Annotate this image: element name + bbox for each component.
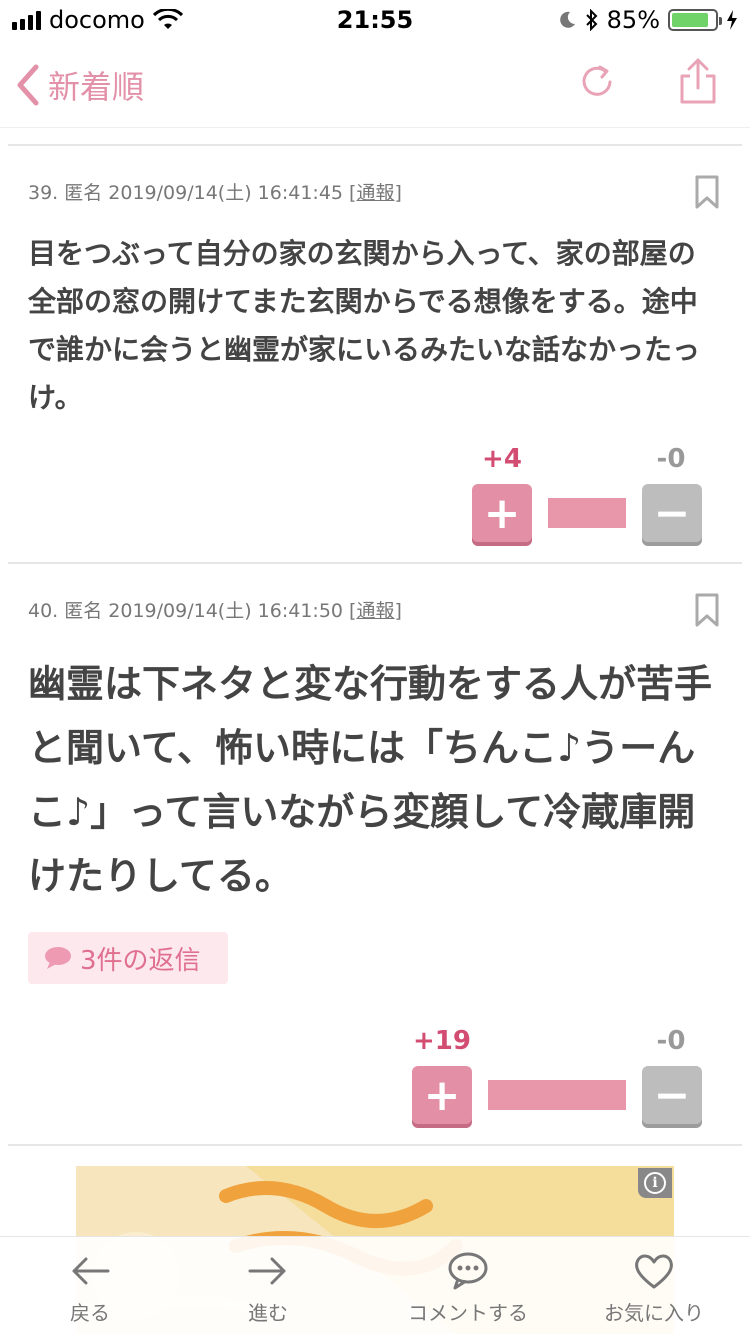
battery-percent: 85%: [606, 6, 660, 34]
toolbar-back-button[interactable]: 戻る: [68, 1251, 112, 1326]
comment-meta-end: ]: [394, 600, 402, 622]
comment-meta: 39. 匿名 2019/09/14(土) 16:41:45 [通報]: [28, 178, 402, 205]
toolbar-forward-label: 進む: [248, 1301, 288, 1325]
toolbar-back-label: 戻る: [70, 1301, 110, 1325]
status-right: 85%: [557, 6, 738, 34]
back-button-label: 新着順: [48, 68, 145, 106]
nav-bar: 新着順: [0, 40, 750, 128]
report-link[interactable]: 通報: [356, 600, 394, 622]
comment-meta-text: 39. 匿名 2019/09/14(土) 16:41:45 [: [28, 182, 357, 204]
divider: [8, 562, 742, 564]
comment-meta-end: ]: [394, 182, 402, 204]
toolbar-favorite-button[interactable]: お気に入り: [604, 1251, 704, 1326]
arrow-left-icon: [72, 1257, 110, 1285]
chevron-left-icon: [17, 64, 39, 106]
vote-bar: [488, 1080, 626, 1110]
plus-button[interactable]: +: [412, 1066, 472, 1124]
bottom-toolbar: 戻る 進む コメントする お気に入り: [0, 1236, 750, 1334]
heart-icon: [635, 1254, 673, 1289]
speech-bubble-icon: [45, 947, 71, 969]
comment-meta-text: 40. 匿名 2019/09/14(土) 16:41:50 [: [28, 600, 357, 622]
comment-bubble-icon: [448, 1252, 488, 1290]
battery-icon: [668, 9, 722, 31]
vote-panel-39: +4 -0 + −: [0, 444, 750, 554]
report-link[interactable]: 通報: [356, 182, 394, 204]
plus-count: +19: [413, 1026, 471, 1056]
toolbar-favorite-label: お気に入り: [604, 1301, 704, 1325]
replies-button[interactable]: 3件の返信: [28, 932, 228, 984]
plus-button[interactable]: +: [472, 484, 532, 542]
comment-meta: 40. 匿名 2019/09/14(土) 16:41:50 [通報]: [28, 596, 402, 623]
bluetooth-icon: [585, 9, 598, 31]
ad-info-button[interactable]: i: [638, 1168, 672, 1198]
status-bar: docomo 21:55 85%: [0, 0, 750, 40]
bookmark-icon[interactable]: [694, 592, 720, 628]
minus-count: -0: [656, 1026, 686, 1056]
plus-count: +4: [482, 444, 522, 474]
charging-icon: [727, 10, 737, 30]
divider: [8, 144, 742, 146]
toolbar-forward-button[interactable]: 進む: [246, 1251, 290, 1326]
replies-label: 3件の返信: [80, 945, 201, 976]
share-icon[interactable]: [676, 56, 720, 106]
moon-icon: [559, 11, 575, 28]
vote-bar-fill: [488, 1080, 626, 1110]
vote-bar: [548, 498, 626, 528]
minus-button[interactable]: −: [642, 484, 702, 542]
comment-body: 幽霊は下ネタと変な行動をする人が苦手と聞いて、怖い時には「ちんこ♪うーんこ♪」っ…: [28, 662, 713, 898]
vote-bar-fill: [548, 498, 626, 528]
refresh-icon[interactable]: [578, 62, 618, 102]
back-button[interactable]: 新着順: [14, 62, 144, 108]
comment-body: 目をつぶって自分の家の玄関から入って、家の部屋の全部の窓の開けてまた玄関からでる…: [28, 237, 701, 414]
toolbar-comment-button[interactable]: コメントする: [408, 1251, 528, 1326]
bookmark-icon[interactable]: [694, 174, 720, 210]
info-icon: i: [644, 1172, 666, 1194]
arrow-right-icon: [248, 1257, 286, 1285]
minus-button[interactable]: −: [642, 1066, 702, 1124]
vote-panel-40: +19 -0 + −: [0, 1026, 750, 1136]
toolbar-comment-label: コメントする: [408, 1301, 528, 1325]
minus-count: -0: [656, 444, 686, 474]
divider: [8, 1144, 742, 1146]
